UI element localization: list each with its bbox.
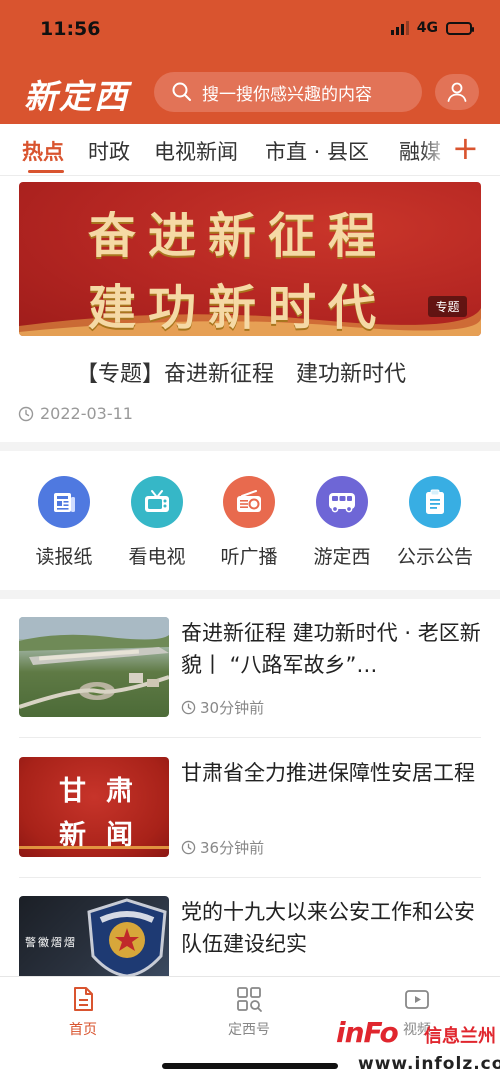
news-item[interactable]: 奋进新征程 建功新时代 · 老区新貌丨 “八路军故乡”… 30分钟前 (19, 617, 481, 717)
tv-icon (131, 476, 183, 528)
news-title: 甘肃省全力推进保障性安居工程 (181, 761, 475, 785)
category-tabs: 热点 时政 电视新闻 市直 · 县区 融媒 + (0, 124, 500, 176)
thumbnail-text: 警徽熠熠 (25, 936, 77, 949)
app-logo: 新定西 (24, 77, 129, 116)
thumbnail-stripe (19, 846, 169, 849)
feature-date: 2022-03-11 (40, 404, 133, 423)
news-separator (19, 877, 481, 878)
banner-tag: 专题 (428, 296, 467, 317)
news-title: 党的十九大以来公安工作和公安队伍建设纪实 (181, 900, 475, 956)
news-thumbnail-aerial (19, 617, 169, 717)
news-thumbnail-police: 警徽熠熠 (19, 896, 169, 976)
user-profile-button[interactable] (435, 74, 479, 110)
news-item[interactable]: 甘肃 新闻 甘肃省全力推进保障性安居工程 36分钟前 (19, 757, 481, 857)
feature-title[interactable]: 【专题】奋进新征程 建功新时代 (76, 356, 406, 388)
network-type: 4G (416, 20, 438, 36)
app-header: 11:56 4G 新定西 搜一搜你感兴趣的内容 (0, 0, 500, 124)
news-thumbnail-gansu: 甘肃 新闻 (19, 757, 169, 857)
aerial-photo-icon (19, 617, 169, 709)
banner-headline-2: 建功新时代 (88, 280, 389, 336)
bus-icon (316, 476, 368, 528)
tab-tv-news[interactable]: 电视新闻 (154, 136, 238, 166)
shortcut-label: 读报纸 (35, 546, 93, 568)
nav-home[interactable]: 首页 (38, 985, 128, 1039)
section-divider (0, 590, 500, 599)
banner-headline-1: 奋进新征程 (88, 208, 389, 264)
shortcut-radio[interactable]: 听广播 (209, 476, 289, 569)
watermark-brand: inFo (336, 1016, 399, 1049)
battery-icon (446, 21, 474, 35)
news-time: 30分钟前 (200, 699, 265, 717)
police-badge-icon (87, 898, 167, 976)
shortcut-label: 看电视 (128, 546, 186, 568)
grid-search-icon (237, 987, 262, 1012)
radio-icon (223, 476, 275, 528)
shortcut-label: 游定西 (313, 546, 371, 568)
watermark-url: www.infolz.com (358, 1054, 500, 1074)
clipboard-icon (409, 476, 461, 528)
search-placeholder: 搜一搜你感兴趣的内容 (202, 84, 372, 105)
home-doc-icon (74, 987, 93, 1011)
clock-icon (181, 700, 196, 715)
feature-date-row: 2022-03-11 (18, 404, 133, 423)
thumbnail-text: 甘肃 (59, 776, 153, 807)
watermark-name: 信息兰州 (424, 1026, 496, 1047)
news-time-row: 36分钟前 (181, 837, 264, 858)
status-indicators: 4G (390, 20, 474, 36)
search-icon (172, 82, 191, 101)
active-tab-indicator (28, 170, 64, 173)
newspaper-icon (38, 476, 90, 528)
news-separator (19, 737, 481, 738)
add-channel-icon[interactable]: + (452, 128, 479, 168)
news-time: 36分钟前 (200, 839, 265, 857)
tabs-fade (420, 124, 450, 175)
nav-dingxi-account[interactable]: 定西号 (204, 985, 294, 1039)
news-time-row: 30分钟前 (181, 697, 264, 718)
nav-label: 定西号 (228, 1022, 270, 1038)
video-play-icon (405, 990, 429, 1009)
shortcut-tour[interactable]: 游定西 (302, 476, 382, 569)
shortcut-notices[interactable]: 公示公告 (395, 476, 475, 569)
tab-politics[interactable]: 时政 (88, 136, 130, 166)
shortcut-label: 公示公告 (396, 546, 473, 568)
nav-label: 首页 (69, 1022, 97, 1038)
tab-city-county[interactable]: 市直 · 县区 (265, 136, 369, 166)
site-watermark: inFo 信息兰州 www.infolz.com (336, 1016, 500, 1076)
shortcut-newspaper[interactable]: 读报纸 (24, 476, 104, 569)
home-indicator (162, 1063, 338, 1069)
news-item[interactable]: 警徽熠熠 党的十九大以来公安工作和公安队伍建设纪实 (19, 896, 481, 976)
news-title: 奋进新征程 建功新时代 · 老区新貌丨 “八路军故乡”… (181, 621, 481, 677)
user-icon (447, 82, 467, 102)
signal-icon (390, 21, 409, 35)
clock-icon (181, 840, 196, 855)
status-time: 11:56 (40, 18, 101, 40)
shortcut-label: 听广播 (220, 546, 278, 568)
section-divider (0, 442, 500, 451)
shortcut-tv[interactable]: 看电视 (117, 476, 197, 569)
search-bar[interactable]: 搜一搜你感兴趣的内容 (154, 72, 422, 112)
tab-hot[interactable]: 热点 (22, 136, 64, 166)
clock-icon (18, 406, 34, 421)
